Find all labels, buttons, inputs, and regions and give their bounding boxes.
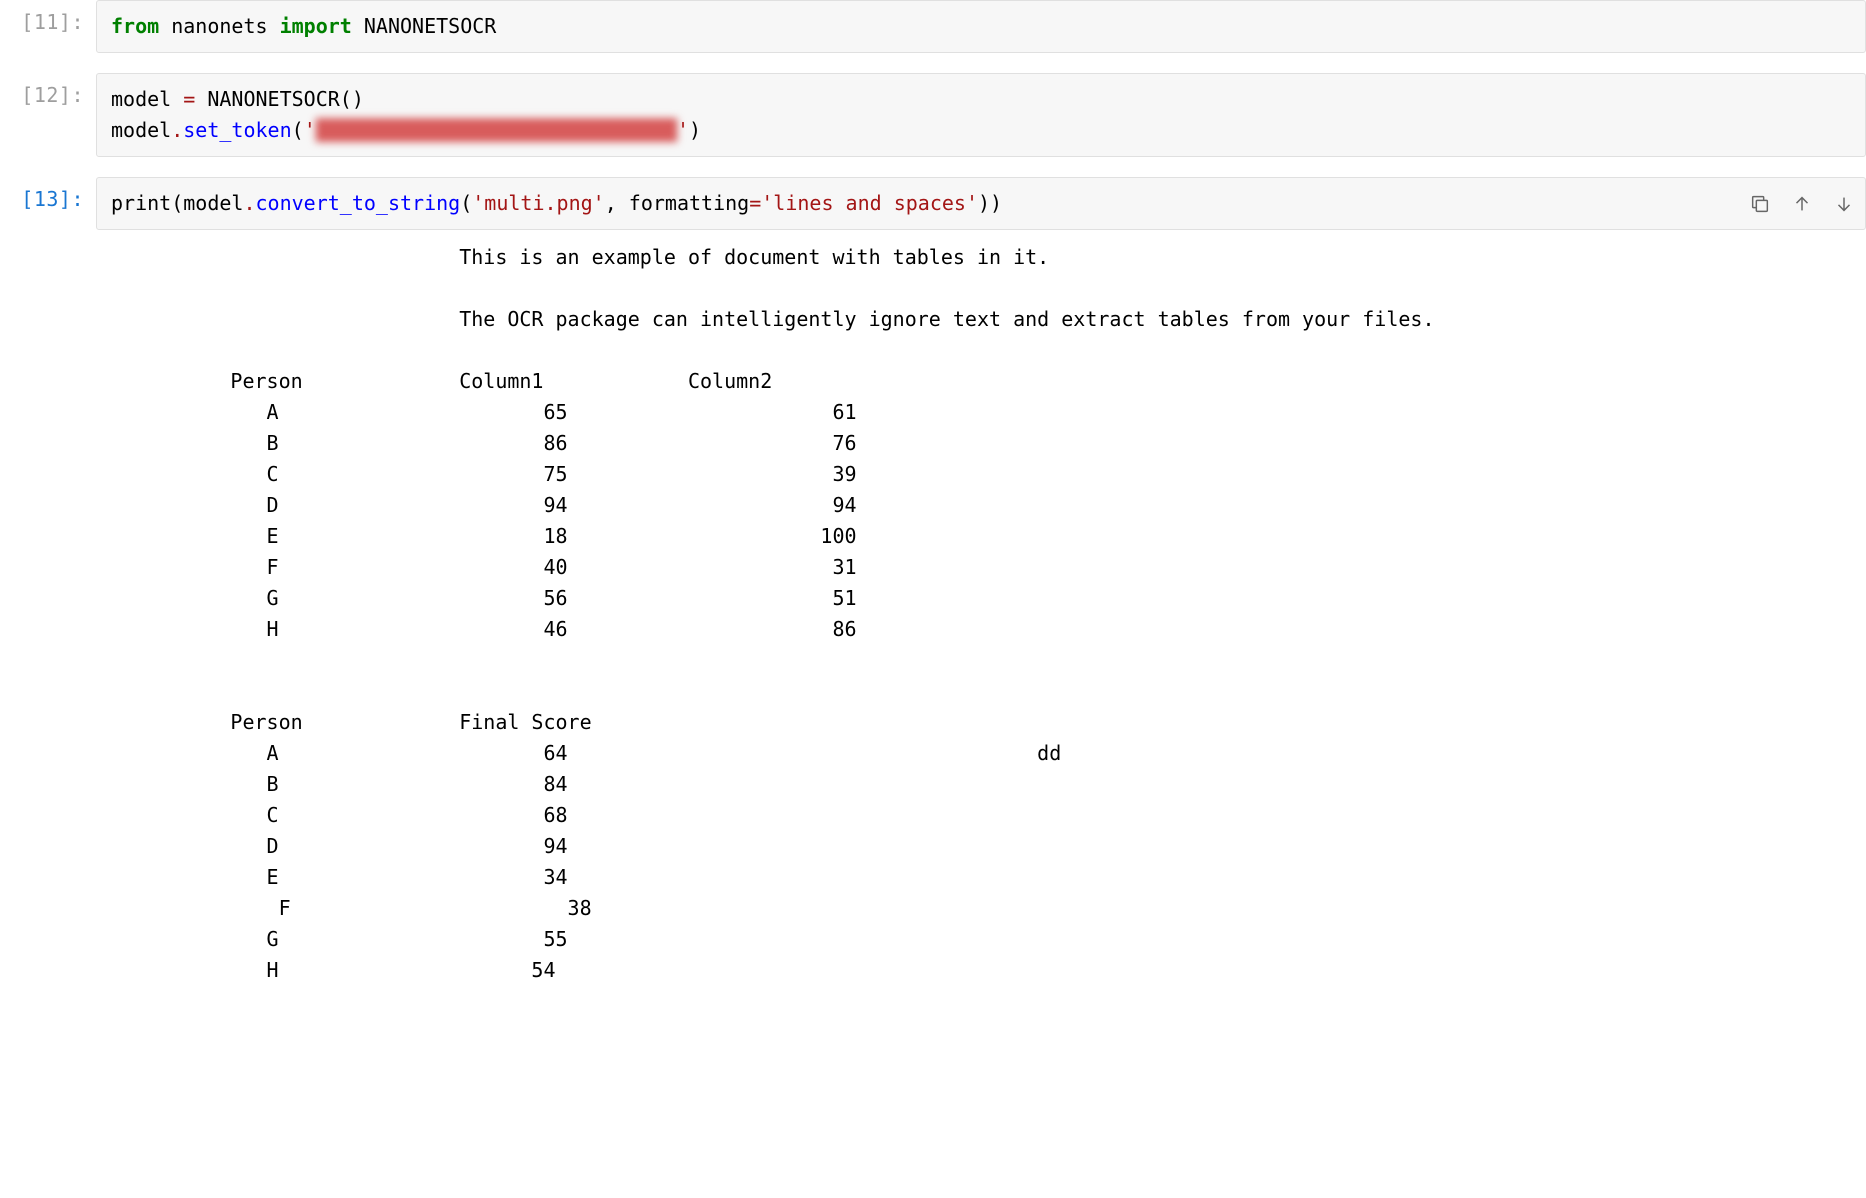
paren-open: ( [460, 191, 472, 215]
string-arg: 'lines and spaces' [761, 191, 978, 215]
string-quote: ' [677, 118, 689, 142]
string-quote: ' [304, 118, 316, 142]
call: NANONETSOCR() [195, 87, 364, 111]
fn-print: print [111, 191, 171, 215]
redacted-token: ██████████████████████████████ [316, 118, 677, 142]
arrow-up-icon[interactable] [1791, 193, 1813, 215]
cell-11-prompt: [11]: [0, 0, 96, 34]
cell-11: [11]: from nanonets import NANONETSOCR [0, 0, 1866, 53]
paren: (model [171, 191, 243, 215]
operator-equals: = [183, 87, 195, 111]
method-name: convert_to_string [256, 191, 461, 215]
copy-icon[interactable] [1749, 193, 1771, 215]
cell-13-prompt: [13]: [0, 177, 96, 211]
method-name: set_token [183, 118, 291, 142]
cell-13-input[interactable]: print(model.convert_to_string('multi.png… [96, 177, 1866, 230]
operator-dot: . [243, 191, 255, 215]
var: model [111, 87, 183, 111]
class-name: NANONETSOCR [352, 14, 497, 38]
paren-close: ) [689, 118, 701, 142]
operator-dot: . [171, 118, 183, 142]
code-line: from nanonets import NANONETSOCR [111, 11, 1851, 42]
kwarg: , formatting [605, 191, 750, 215]
cell-12: [12]: model = NANONETSOCR() model.set_to… [0, 73, 1866, 157]
cell-toolbar [1749, 193, 1855, 215]
cell-13: [13]: print(model.convert_to_string('mul… [0, 177, 1866, 230]
keyword-import: import [280, 14, 352, 38]
keyword-from: from [111, 14, 159, 38]
module-name: nanonets [159, 14, 279, 38]
cell-13-output: This is an example of document with tabl… [96, 236, 1866, 986]
string-arg: 'multi.png' [472, 191, 604, 215]
operator-equals: = [749, 191, 761, 215]
arrow-down-icon[interactable] [1833, 193, 1855, 215]
var: model [111, 118, 171, 142]
cell-11-input[interactable]: from nanonets import NANONETSOCR [96, 0, 1866, 53]
cell-13-output-row: This is an example of document with tabl… [0, 236, 1866, 986]
cell-12-prompt: [12]: [0, 73, 96, 107]
code-line: model.set_token('███████████████████████… [111, 115, 1851, 146]
code-line: print(model.convert_to_string('multi.png… [111, 188, 1851, 219]
paren-open: ( [292, 118, 304, 142]
cell-12-input[interactable]: model = NANONETSOCR() model.set_token('█… [96, 73, 1866, 157]
notebook: [11]: from nanonets import NANONETSOCR [… [0, 0, 1866, 986]
paren-close: )) [978, 191, 1002, 215]
code-line: model = NANONETSOCR() [111, 84, 1851, 115]
